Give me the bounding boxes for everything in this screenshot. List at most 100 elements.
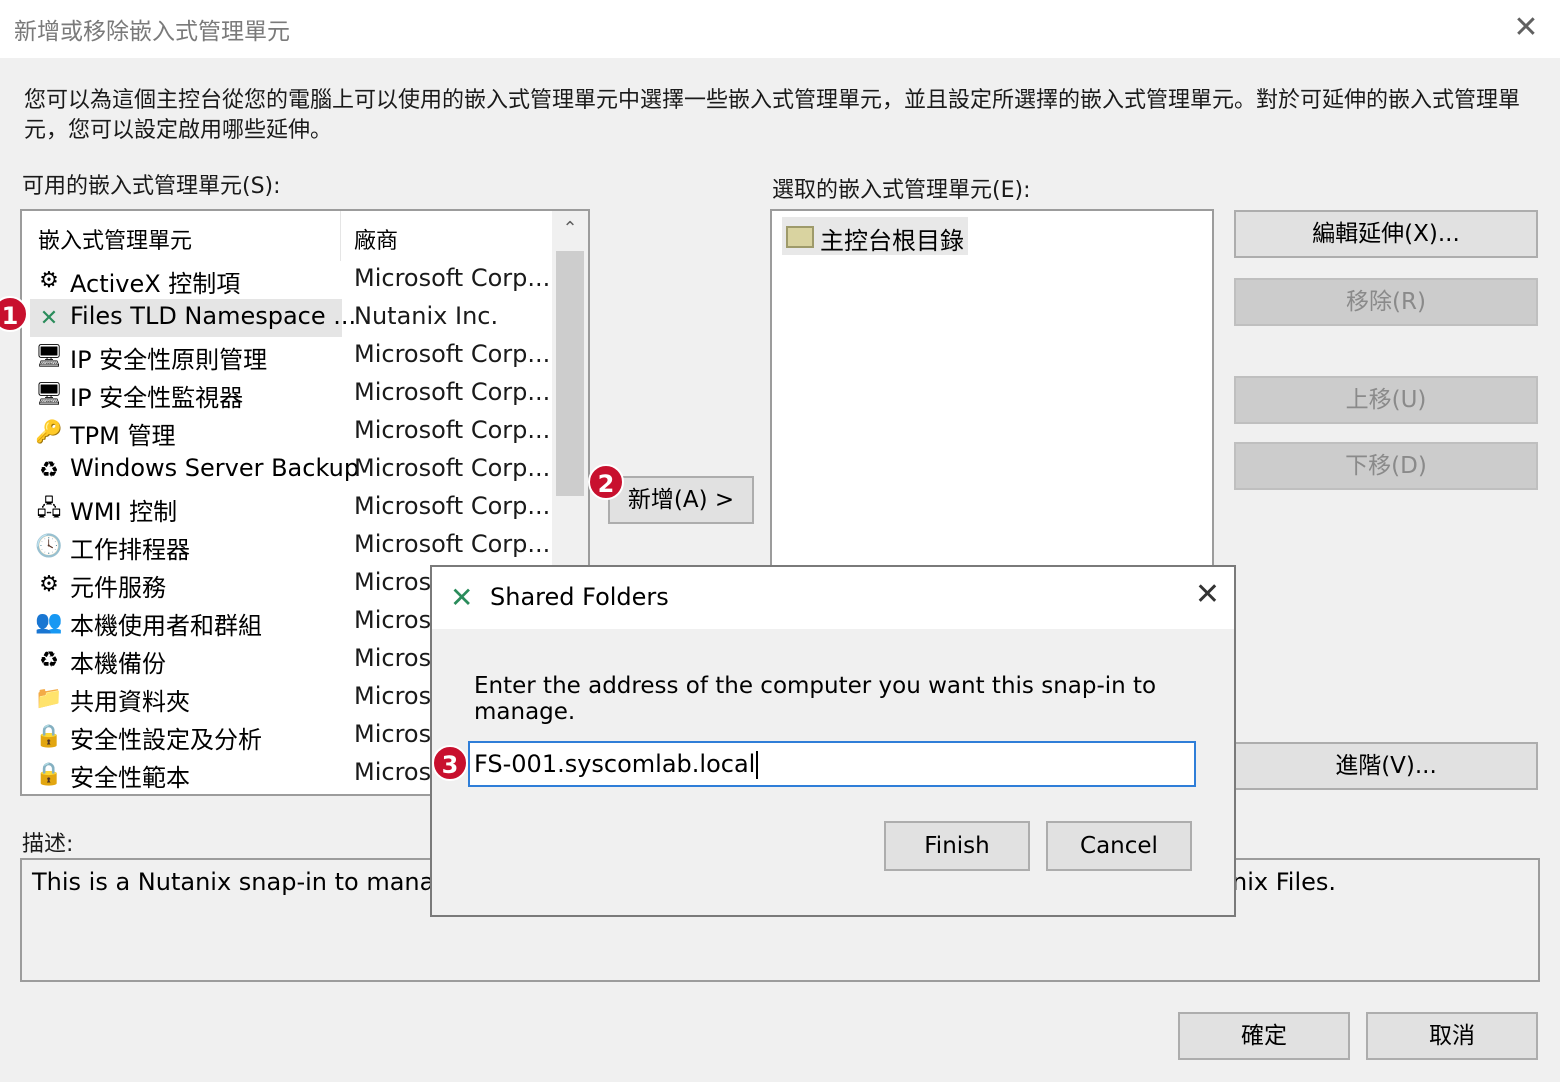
scroll-up-icon[interactable]: ⌃ bbox=[552, 211, 588, 247]
local-backup-icon: ♻ bbox=[39, 648, 59, 673]
input-value: FS-001.syscomlab.local bbox=[474, 750, 756, 778]
dialog-title: Shared Folders bbox=[490, 583, 669, 611]
scrollbar-thumb[interactable] bbox=[556, 251, 584, 496]
available-label: 可用的嵌入式管理單元(S): bbox=[22, 174, 281, 199]
edit-extensions-button[interactable]: 編輯延伸(X)... bbox=[1234, 210, 1538, 258]
snapin-name-cell[interactable]: ♻ Windows Server Backup bbox=[30, 451, 359, 489]
snapin-name: ActiveX 控制項 bbox=[70, 270, 241, 298]
snapin-name: 本機使用者和群組 bbox=[70, 612, 262, 640]
snapin-vendor: Microsoft Corp... bbox=[354, 340, 551, 368]
folder-icon bbox=[786, 226, 814, 248]
snapin-name-cell[interactable]: 🔒 安全性範本 bbox=[30, 755, 342, 793]
table-row[interactable]: 🖥 IP 安全性原則管理 Microsoft Corp... bbox=[30, 337, 552, 375]
snapin-vendor: Micros bbox=[354, 720, 432, 748]
table-row[interactable]: 🕓 工作排程器 Microsoft Corp... bbox=[30, 527, 552, 565]
description-text-left: This is a Nutanix snap-in to manage bbox=[32, 868, 465, 896]
table-row[interactable]: ✕ Files TLD Namespace ... Nutanix Inc. bbox=[30, 299, 552, 337]
snapin-name-cell[interactable]: 🖥 IP 安全性監視器 bbox=[30, 375, 342, 413]
snapin-name: Files TLD Namespace ... bbox=[70, 302, 357, 330]
table-row[interactable]: ♻ Windows Server Backup Microsoft Corp... bbox=[30, 451, 552, 489]
snapin-vendor: Micros bbox=[354, 568, 432, 596]
snapin-vendor: Micros bbox=[354, 644, 432, 672]
close-icon[interactable]: ✕ bbox=[1504, 8, 1548, 48]
dialog-title-bar: ✕ Shared Folders ✕ bbox=[432, 567, 1234, 629]
finish-button[interactable]: Finish bbox=[884, 821, 1030, 871]
snapin-vendor: Microsoft Corp... bbox=[354, 378, 551, 406]
table-row[interactable]: 🖥 IP 安全性監視器 Microsoft Corp... bbox=[30, 375, 552, 413]
snapin-name: 安全性設定及分析 bbox=[70, 726, 262, 754]
snapin-name: IP 安全性監視器 bbox=[70, 384, 244, 412]
move-down-button[interactable]: 下移(D) bbox=[1234, 442, 1538, 490]
snapin-name-cell[interactable]: 🕓 工作排程器 bbox=[30, 527, 342, 565]
activex-icon: ⚙ bbox=[39, 268, 59, 293]
dialog-cancel-button[interactable]: Cancel bbox=[1046, 821, 1192, 871]
tpm-icon: 🔑 bbox=[35, 420, 63, 445]
list-header: 嵌入式管理單元 廠商 bbox=[22, 211, 552, 261]
snapin-vendor: Microsoft Corp... bbox=[354, 530, 551, 558]
column-header-vendor[interactable]: 廠商 bbox=[354, 223, 398, 255]
shared-folders-dialog: ✕ Shared Folders ✕ Enter the address of … bbox=[430, 565, 1236, 917]
snapin-vendor: Micros bbox=[354, 682, 432, 710]
shared-folder-icon: 📁 bbox=[35, 686, 63, 711]
wmi-icon: 🖧 bbox=[36, 496, 62, 521]
nutanix-icon: ✕ bbox=[39, 306, 59, 331]
snapin-vendor: Microsoft Corp... bbox=[354, 492, 551, 520]
table-row[interactable]: 🖧 WMI 控制 Microsoft Corp... bbox=[30, 489, 552, 527]
move-up-button[interactable]: 上移(U) bbox=[1234, 376, 1538, 424]
dialog-close-icon[interactable]: ✕ bbox=[1195, 577, 1220, 612]
dialog-message: Enter the address of the computer you wa… bbox=[474, 673, 1157, 725]
snapin-name: WMI 控制 bbox=[70, 498, 178, 526]
table-row[interactable]: ⚙ ActiveX 控制項 Microsoft Corp... bbox=[30, 261, 552, 299]
snapin-name-cell[interactable]: 🖧 WMI 控制 bbox=[30, 489, 342, 527]
snapin-name-cell[interactable]: 🖥 IP 安全性原則管理 bbox=[30, 337, 342, 375]
snapin-name-cell[interactable]: 🔒 安全性設定及分析 bbox=[30, 717, 342, 755]
snapin-name-cell[interactable]: ⚙ ActiveX 控制項 bbox=[30, 261, 342, 299]
snapin-name: 安全性範本 bbox=[70, 764, 190, 792]
ip-security-monitor-icon: 🖥 bbox=[35, 382, 63, 407]
snapin-vendor: Microsoft Corp... bbox=[354, 416, 551, 444]
ok-button[interactable]: 確定 bbox=[1178, 1012, 1350, 1060]
snapin-name: 工作排程器 bbox=[70, 536, 190, 564]
computer-address-input[interactable]: FS-001.syscomlab.local bbox=[468, 741, 1196, 787]
nutanix-icon: ✕ bbox=[450, 581, 474, 614]
snapin-name-cell[interactable]: ✕ Files TLD Namespace ... bbox=[30, 299, 356, 337]
cancel-button[interactable]: 取消 bbox=[1366, 1012, 1538, 1060]
snapin-name-cell[interactable]: ♻ 本機備份 bbox=[30, 641, 342, 679]
list-item[interactable]: 主控台根目錄 bbox=[782, 217, 968, 255]
snapin-vendor: Nutanix Inc. bbox=[354, 302, 499, 330]
snapin-name: 本機備份 bbox=[70, 650, 166, 678]
snapin-name: 共用資料夾 bbox=[70, 688, 190, 716]
security-analysis-icon: 🔒 bbox=[35, 724, 63, 749]
remove-button[interactable]: 移除(R) bbox=[1234, 278, 1538, 326]
component-services-icon: ⚙ bbox=[39, 572, 59, 597]
step-badge-3: 3 bbox=[432, 745, 468, 781]
snapin-name: TPM 管理 bbox=[70, 422, 176, 450]
snapin-name: Windows Server Backup bbox=[70, 454, 360, 482]
advanced-button[interactable]: 進階(V)... bbox=[1234, 742, 1538, 790]
selected-label: 選取的嵌入式管理單元(E): bbox=[772, 178, 1031, 203]
snapin-name: IP 安全性原則管理 bbox=[70, 346, 268, 374]
snapin-name-cell[interactable]: 👥 本機使用者和群組 bbox=[30, 603, 342, 641]
snapin-name-cell[interactable]: ⚙ 元件服務 bbox=[30, 565, 342, 603]
intro-text: 您可以為這個主控台從您的電腦上可以使用的嵌入式管理單元中選擇一些嵌入式管理單元，… bbox=[24, 88, 1521, 143]
snapin-vendor: Micros bbox=[354, 758, 432, 786]
title-bar: 新增或移除嵌入式管理單元 ✕ bbox=[0, 0, 1560, 58]
description-label: 描述: bbox=[22, 832, 74, 857]
snapin-name-cell[interactable]: 🔑 TPM 管理 bbox=[30, 413, 342, 451]
users-groups-icon: 👥 bbox=[35, 610, 63, 635]
add-button[interactable]: 新增(A) > bbox=[608, 476, 754, 524]
clock-icon: 🕓 bbox=[35, 534, 63, 559]
selected-snapins-list[interactable]: 主控台根目錄 bbox=[770, 209, 1214, 589]
snapin-vendor: Microsoft Corp... bbox=[354, 264, 551, 292]
server-backup-icon: ♻ bbox=[39, 458, 59, 483]
snapin-vendor: Microsoft Corp... bbox=[354, 454, 551, 482]
snapin-vendor: Micros bbox=[354, 606, 432, 634]
selected-item-label: 主控台根目錄 bbox=[820, 227, 964, 255]
snapin-name-cell[interactable]: 📁 共用資料夾 bbox=[30, 679, 342, 717]
table-row[interactable]: 🔑 TPM 管理 Microsoft Corp... bbox=[30, 413, 552, 451]
step-badge-2: 2 bbox=[588, 464, 624, 500]
description-text-right: nix Files. bbox=[1232, 868, 1337, 896]
column-divider[interactable] bbox=[340, 211, 341, 261]
security-template-icon: 🔒 bbox=[35, 762, 63, 787]
column-header-name[interactable]: 嵌入式管理單元 bbox=[38, 223, 192, 255]
